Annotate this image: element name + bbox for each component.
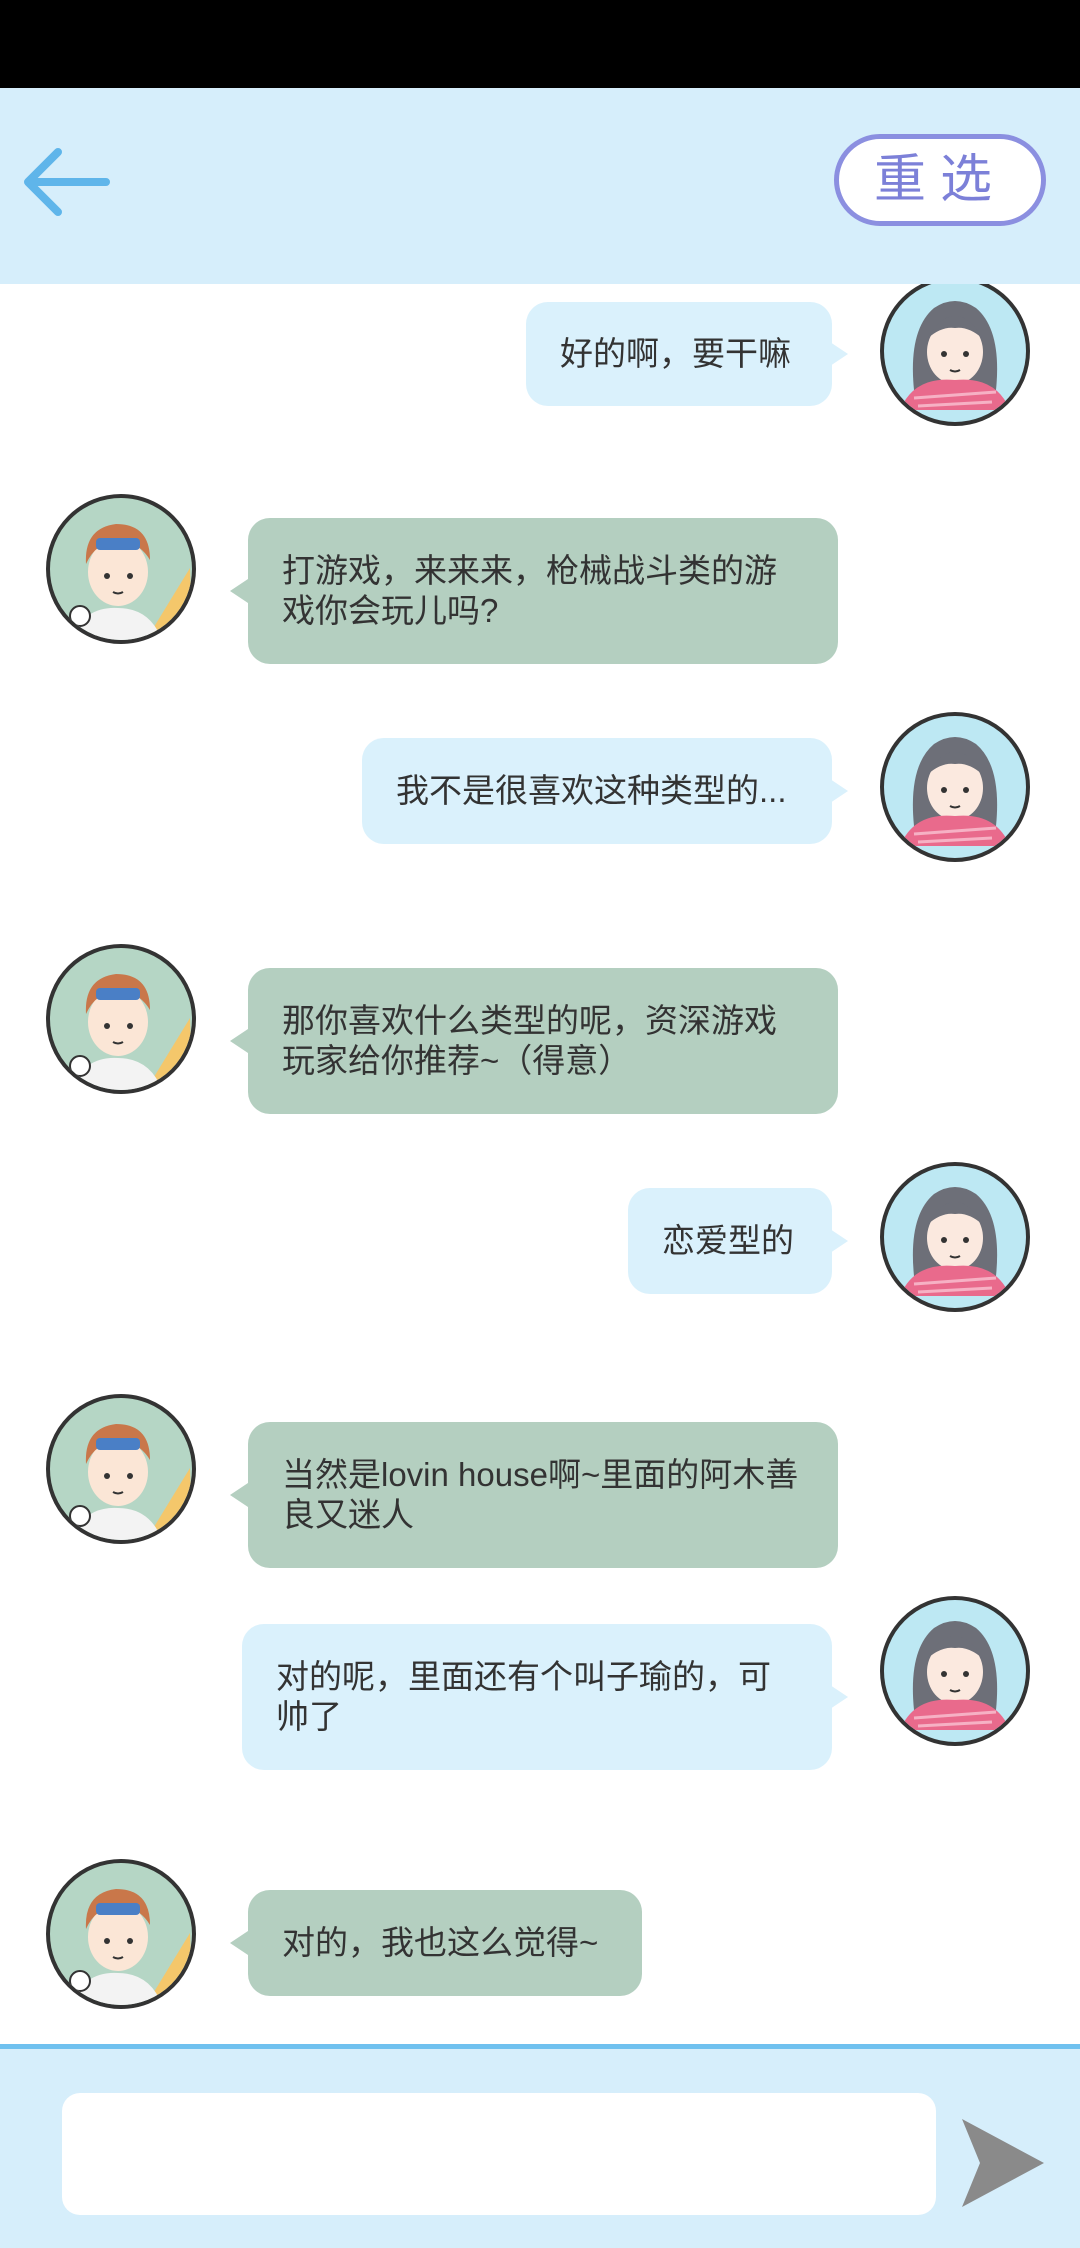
boy-avatar-icon [69, 1889, 192, 2005]
status-bar [0, 0, 1080, 88]
message-row: 打游戏，来来来，枪械战斗类的游戏你会玩儿吗? [0, 484, 1080, 664]
message-row: 对的，我也这么觉得~ [0, 1854, 1080, 2014]
boy-avatar-icon [69, 1424, 192, 1540]
partner-avatar[interactable] [46, 494, 196, 644]
message-row: 对的呢，里面还有个叫子瑜的，可帅了 [0, 1596, 1080, 1784]
message-row: 那你喜欢什么类型的呢，资深游戏玩家给你推荐~（得意） [0, 934, 1080, 1114]
my-avatar[interactable] [880, 712, 1030, 862]
arrow-left-icon [24, 148, 110, 216]
girl-avatar-icon [900, 1621, 1010, 1730]
my-message-bubble: 对的呢，里面还有个叫子瑜的，可帅了 [242, 1624, 848, 1770]
boy-avatar-icon [69, 524, 192, 640]
message-text: 打游戏，来来来，枪械战斗类的游戏你会玩儿吗? [282, 552, 777, 629]
my-message-bubble: 恋爱型的 [628, 1188, 848, 1294]
message-text: 恋爱型的 [662, 1222, 794, 1259]
partner-message-bubble: 对的，我也这么觉得~ [230, 1890, 642, 1996]
message-text: 我不是很喜欢这种类型的... [396, 772, 787, 809]
message-row: 好的啊，要干嘛 [0, 284, 1080, 426]
partner-avatar[interactable] [46, 1859, 196, 2009]
partner-avatar[interactable] [46, 944, 196, 1094]
boy-avatar-icon [69, 974, 192, 1090]
message-row: 恋爱型的 [0, 1162, 1080, 1314]
girl-avatar-icon [900, 301, 1010, 410]
top-bar: 重选 [0, 88, 1080, 284]
girl-avatar-icon [900, 1187, 1010, 1296]
my-avatar[interactable] [880, 1162, 1030, 1312]
message-text: 对的，我也这么觉得~ [282, 1924, 599, 1961]
partner-message-bubble: 打游戏，来来来，枪械战斗类的游戏你会玩儿吗? [230, 518, 838, 664]
my-message-bubble: 我不是很喜欢这种类型的... [362, 738, 848, 844]
reselect-button[interactable]: 重选 [834, 134, 1046, 226]
message-text: 对的呢，里面还有个叫子瑜的，可帅了 [276, 1658, 771, 1735]
my-avatar[interactable] [880, 284, 1030, 426]
my-message-bubble: 好的啊，要干嘛 [526, 302, 848, 406]
partner-message-bubble: 那你喜欢什么类型的呢，资深游戏玩家给你推荐~（得意） [230, 968, 838, 1114]
message-text: 好的啊，要干嘛 [560, 335, 791, 372]
composer-bar [0, 2044, 1080, 2248]
chat-area[interactable]: 好的啊，要干嘛 打游戏，来来来，枪械战斗类的游戏你会玩儿吗? 我不是很喜欢这种类… [0, 284, 1080, 2044]
girl-avatar-icon [900, 737, 1010, 846]
send-button[interactable] [960, 2115, 1046, 2211]
back-button[interactable] [18, 132, 118, 232]
message-text: 当然是lovin house啊~里面的阿木善良又迷人 [282, 1456, 799, 1533]
message-row: 我不是很喜欢这种类型的... [0, 712, 1080, 864]
send-arrow-icon [962, 2119, 1044, 2207]
message-text: 那你喜欢什么类型的呢，资深游戏玩家给你推荐~（得意） [282, 1002, 777, 1079]
message-row: 当然是lovin house啊~里面的阿木善良又迷人 [0, 1384, 1080, 1568]
partner-message-bubble: 当然是lovin house啊~里面的阿木善良又迷人 [230, 1422, 838, 1568]
partner-avatar[interactable] [46, 1394, 196, 1544]
message-input[interactable] [62, 2093, 936, 2215]
my-avatar[interactable] [880, 1596, 1030, 1746]
